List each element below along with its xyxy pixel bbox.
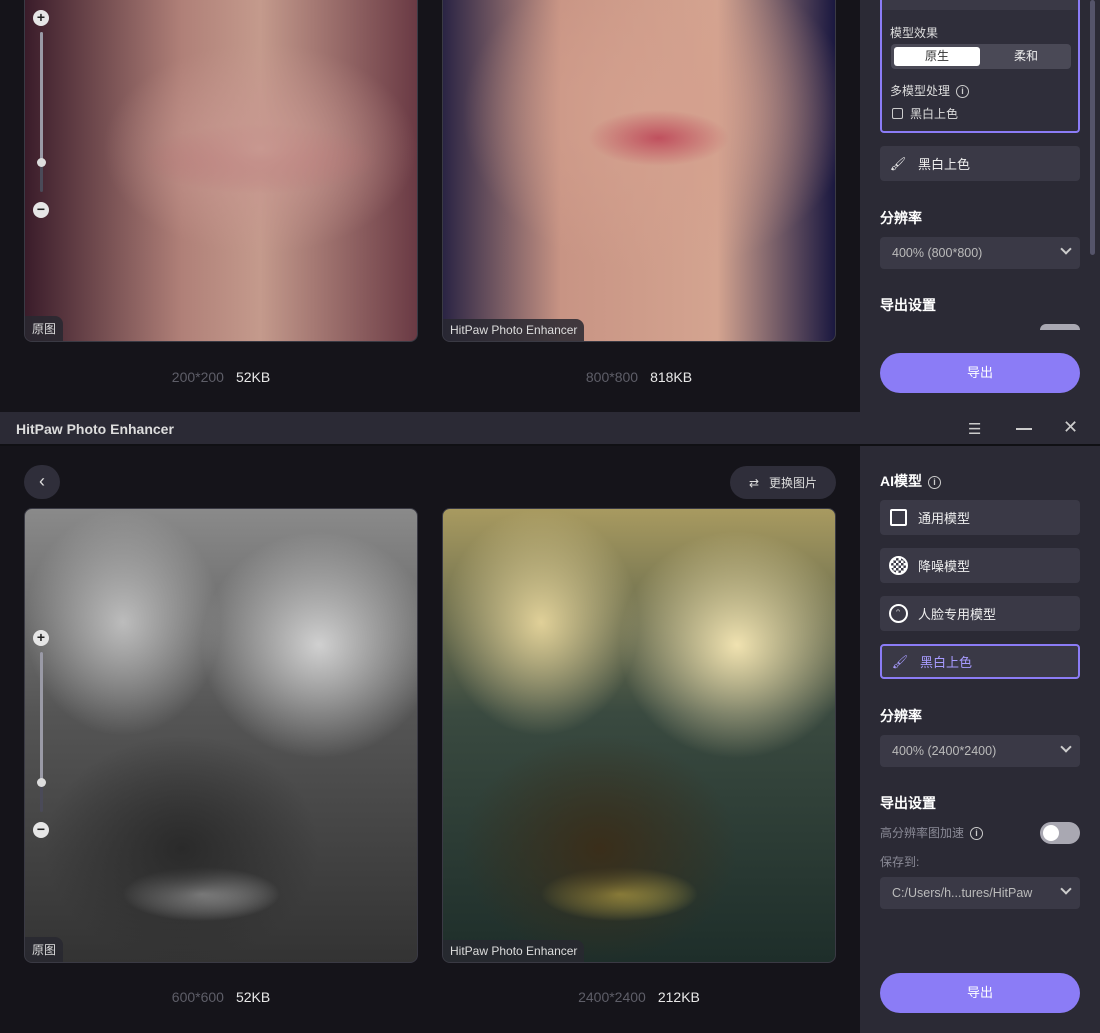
resolution-select[interactable]: 400% (800*800): [880, 237, 1080, 269]
chevron-down-icon: [1060, 243, 1072, 255]
close-icon[interactable]: ✕: [1063, 417, 1078, 438]
zoom-in-icon[interactable]: +: [33, 630, 49, 646]
enhanced-info: 800*800 818KB: [442, 369, 836, 385]
multi-model-label: 多模型处理: [890, 84, 951, 98]
model-item-denoise[interactable]: 降噪模型: [880, 548, 1080, 583]
zoom-out-icon[interactable]: −: [33, 202, 49, 218]
enhanced-filesize: 818KB: [650, 369, 693, 385]
effect-option-native[interactable]: 原生: [894, 47, 980, 66]
zoom-fill: [40, 32, 43, 162]
image-icon: [888, 508, 908, 528]
original-info: 200*200 52KB: [24, 369, 418, 385]
hires-accel-row: 高分辨率图加速 i: [880, 824, 984, 841]
chevron-down-icon: [1060, 883, 1072, 895]
zoom-out-icon[interactable]: −: [33, 822, 49, 838]
enhanced-filesize: 212KB: [657, 989, 700, 1005]
checkbox-label: 黑白上色: [910, 107, 959, 121]
original-info: 600*600 52KB: [24, 989, 418, 1005]
chevron-left-icon: ‹: [39, 471, 45, 491]
checkbox[interactable]: [892, 108, 903, 119]
model-item-colorize[interactable]: 🖌 黑白上色: [880, 644, 1080, 679]
model-item-label: 降噪模型: [918, 559, 971, 574]
menu-icon[interactable]: ☰: [968, 420, 981, 438]
model-item-face[interactable]: ᵔ 人脸专用模型: [880, 596, 1080, 631]
top-original-image: 原图: [24, 0, 418, 342]
original-dimensions: 600*600: [171, 989, 224, 1005]
info-icon[interactable]: i: [956, 85, 970, 99]
save-path-select[interactable]: C:/Users/h...tures/HitPaw: [880, 877, 1080, 909]
denoise-icon: [888, 556, 908, 576]
face-icon: ᵔ: [888, 604, 908, 624]
zoom-fill: [40, 652, 43, 782]
model-settings-panel: 模型效果 原生 柔和 多模型处理 i 黑白上色: [880, 0, 1080, 133]
top-enhanced-image: HitPaw Photo Enhancer: [442, 0, 836, 342]
top-sidebar: 模型效果 原生 柔和 多模型处理 i 黑白上色 🖌 黑白上色 分辨率 400% (8…: [860, 0, 1100, 412]
model-item-label: 黑白上色: [918, 157, 971, 172]
colorize-checkbox-row[interactable]: 黑白上色: [892, 105, 958, 122]
hires-accel-toggle[interactable]: [1040, 822, 1080, 844]
minimize-icon[interactable]: [1016, 428, 1032, 430]
resolution-select[interactable]: 400% (2400*2400): [880, 735, 1080, 767]
window-title: HitPaw Photo Enhancer: [16, 421, 174, 437]
bottom-zoom-slider[interactable]: + −: [31, 628, 51, 838]
chevron-down-icon: [1060, 741, 1072, 753]
info-icon[interactable]: i: [970, 827, 984, 841]
top-zoom-slider[interactable]: + −: [31, 8, 51, 218]
scrollbar[interactable]: [1090, 0, 1095, 255]
enhanced-tag: HitPaw Photo Enhancer: [443, 940, 585, 962]
top-main-area: 原图 HitPaw Photo Enhancer + − 200*200 52KB…: [0, 0, 860, 412]
bottom-main-area: ‹ ⇄ 更换图片 原图 HitPaw Photo Enhancer + − 600…: [0, 446, 860, 1033]
model-item-label: 通用模型: [918, 511, 971, 526]
save-path-value: C:/Users/h...tures/HitPaw: [892, 886, 1033, 900]
zoom-knob[interactable]: [37, 778, 46, 787]
export-button[interactable]: 导出: [880, 973, 1080, 1013]
zoom-knob[interactable]: [37, 158, 46, 167]
export-button[interactable]: 导出: [880, 353, 1080, 393]
change-image-label: 更换图片: [769, 476, 818, 490]
original-filesize: 52KB: [235, 989, 271, 1005]
model-item-label: 人脸专用模型: [918, 607, 997, 622]
resolution-heading: 分辨率: [880, 210, 922, 226]
swap-icon: ⇄: [748, 475, 760, 490]
paint-brush-icon: 🖌: [891, 653, 909, 669]
info-icon[interactable]: i: [928, 475, 941, 489]
hires-accel-label: 高分辨率图加速: [880, 826, 965, 840]
enhanced-dimensions: 800*800: [585, 369, 639, 385]
effect-segmented: 原生 柔和: [891, 44, 1071, 69]
effect-option-soft[interactable]: 柔和: [983, 47, 1069, 66]
model-item-label: 黑白上色: [920, 655, 973, 670]
title-bar: HitPaw Photo Enhancer ☰ ✕: [0, 412, 1100, 446]
model-effect-label: 模型效果: [890, 26, 939, 40]
resolution-heading: 分辨率: [880, 708, 922, 724]
ai-model-label: AI模型: [880, 473, 922, 489]
paint-brush-icon: 🖌: [889, 155, 907, 171]
resolution-value: 400% (2400*2400): [892, 744, 997, 758]
enhanced-dimensions: 2400*2400: [578, 989, 646, 1005]
toggle-partial[interactable]: [1040, 324, 1080, 330]
back-button[interactable]: ‹: [24, 465, 60, 499]
bottom-sidebar: AI模型 i 通用模型 降噪模型 ᵔ 人脸专用模型 🖌 黑白上色 分辨率 400% (…: [860, 446, 1100, 1033]
resolution-value: 400% (800*800): [892, 246, 983, 260]
ai-model-heading: AI模型 i: [880, 471, 941, 491]
original-filesize: 52KB: [235, 369, 271, 385]
enhanced-info: 2400*2400 212KB: [442, 989, 836, 1005]
bottom-original-image: 原图: [24, 508, 418, 963]
multi-model-row: 多模型处理 i: [890, 82, 970, 99]
model-item-general[interactable]: 通用模型: [880, 500, 1080, 535]
enhanced-tag: HitPaw Photo Enhancer: [443, 319, 585, 341]
original-tag: 原图: [25, 937, 64, 962]
change-image-button[interactable]: ⇄ 更换图片: [730, 466, 836, 499]
bottom-enhanced-image: HitPaw Photo Enhancer: [442, 508, 836, 963]
export-settings-heading: 导出设置: [880, 297, 936, 313]
export-settings-heading: 导出设置: [880, 795, 936, 811]
save-to-label: 保存到:: [880, 855, 920, 869]
model-item-colorize[interactable]: 🖌 黑白上色: [880, 146, 1080, 181]
zoom-in-icon[interactable]: +: [33, 10, 49, 26]
original-dimensions: 200*200: [171, 369, 224, 385]
original-tag: 原图: [25, 316, 64, 341]
